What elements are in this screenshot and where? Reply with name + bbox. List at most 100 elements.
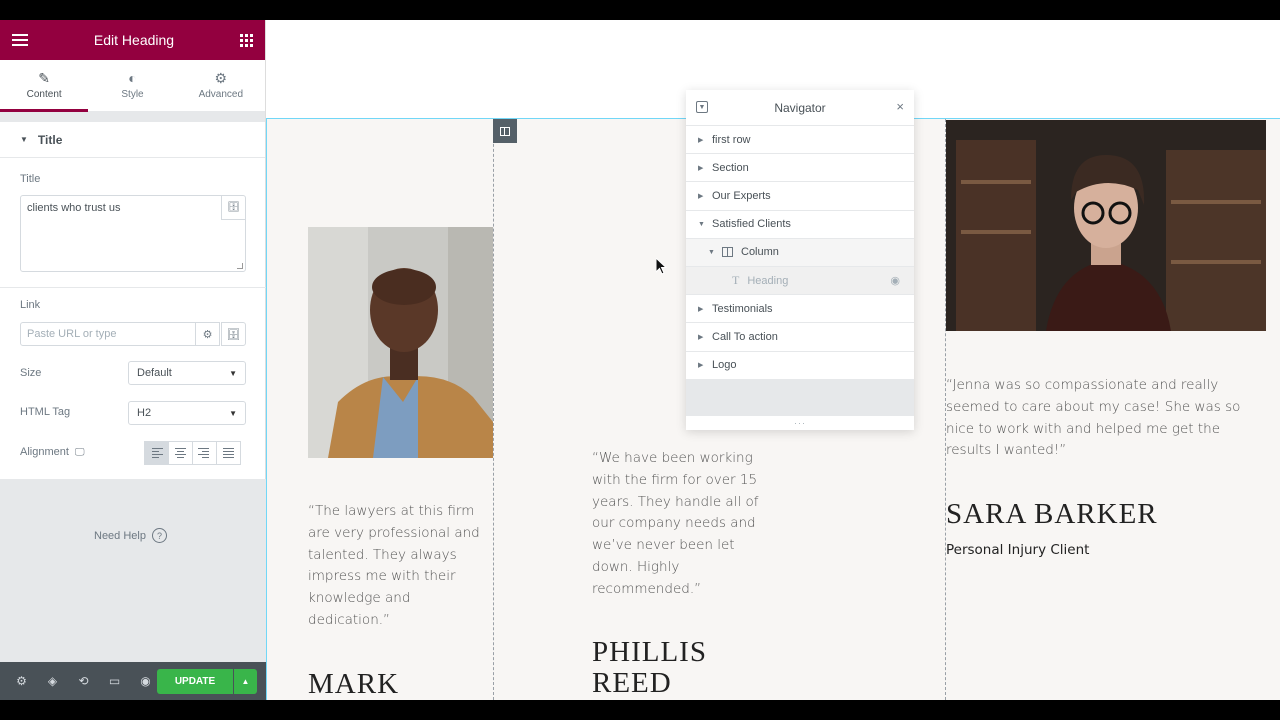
alignment-label: Alignment (20, 446, 69, 458)
caret-down-icon: ▼ (708, 248, 715, 256)
testimonial-name: MARK (308, 668, 400, 700)
navigator-item-label: Heading (747, 274, 789, 287)
navigator-item-label: Column (741, 246, 779, 259)
navigator-item-satisfied-clients[interactable]: ▼ Satisfied Clients (686, 211, 914, 239)
alignment-buttons (144, 441, 241, 465)
size-select[interactable]: Default ▼ (128, 361, 246, 385)
panel-header: Edit Heading (0, 20, 265, 60)
align-center-button[interactable] (168, 441, 193, 465)
column-divider (493, 119, 494, 700)
navigator-item-label: Section (712, 161, 749, 174)
gear-icon: ⚙ (214, 70, 228, 86)
size-value: Default (137, 367, 172, 379)
desktop-icon[interactable]: 🖵 (75, 447, 85, 458)
align-right-button[interactable] (192, 441, 217, 465)
dynamic-tags-icon[interactable]: 🗄 (221, 196, 245, 220)
link-input[interactable]: Paste URL or type (20, 322, 196, 346)
resize-handle-icon[interactable]: ··· (686, 416, 914, 430)
alignment-label-row: Alignment 🖵 (20, 446, 85, 458)
eye-icon[interactable]: ◉ (890, 274, 900, 287)
tab-label: Style (121, 89, 144, 100)
heading-t-icon: T (732, 273, 740, 288)
tab-advanced[interactable]: ⚙ Advanced (177, 60, 265, 111)
help-area: Need Help ? (0, 479, 266, 662)
history-icon[interactable]: ⟲ (68, 662, 99, 700)
tab-label: Advanced (198, 89, 244, 100)
link-field-label: Link (20, 299, 41, 311)
testimonial-quote: “The lawyers at this firm are very profe… (308, 503, 480, 628)
navigator-item-testimonials[interactable]: ▶ Testimonials (686, 295, 914, 324)
navigator-item-section[interactable]: ▶ Section (686, 154, 914, 183)
navigator-header[interactable]: ▼ Navigator × (686, 90, 914, 126)
navigator-item-our-experts[interactable]: ▶ Our Experts (686, 182, 914, 211)
section-title-toggle[interactable]: ▼ Title (0, 122, 265, 158)
navigator-item-label: Testimonials (712, 302, 773, 315)
panel-tabs: ✎ Content ◐ Style ⚙ Advanced (0, 60, 265, 112)
divider (0, 287, 266, 288)
collapse-all-icon[interactable]: ▼ (696, 101, 708, 113)
title-value: clients who trust us (27, 202, 121, 214)
navigator-layers-icon[interactable]: ◈ (37, 662, 68, 700)
align-justify-button[interactable] (216, 441, 241, 465)
panel-gap (0, 112, 265, 122)
caret-right-icon: ▶ (698, 192, 704, 200)
link-options-gear-icon[interactable]: ⚙ (195, 322, 220, 346)
column-handle-icon[interactable] (493, 119, 517, 143)
navigator-item-call-to-action[interactable]: ▶ Call To action (686, 323, 914, 352)
need-help-link[interactable]: Need Help ? (94, 528, 167, 543)
close-icon[interactable]: × (896, 99, 904, 114)
testimonial-quote: “We have been working with the firm for … (592, 450, 759, 597)
column-icon (722, 247, 733, 258)
testimonial-role: Personal Injury Client (946, 542, 1090, 558)
section-title: Title (37, 132, 63, 147)
testimonial-name-line2: REED (592, 667, 672, 699)
navigator-item-column[interactable]: ▼ Column (686, 238, 914, 267)
update-button[interactable]: UPDATE (157, 669, 233, 694)
caret-right-icon: ▶ (698, 333, 704, 341)
testimonial-quote: “Jenna was so compassionate and really s… (946, 377, 1241, 459)
title-field-label: Title (20, 173, 41, 185)
html-tag-value: H2 (137, 407, 152, 419)
navigator-panel[interactable]: ▼ Navigator × ▶ first row ▶ Section ▶ Ou… (686, 90, 914, 430)
caret-right-icon: ▶ (698, 136, 704, 144)
responsive-mode-icon[interactable]: ▭ (99, 662, 130, 700)
need-help-label: Need Help (94, 529, 146, 542)
caret-right-icon: ▶ (698, 164, 704, 172)
caret-right-icon: ▶ (698, 362, 704, 370)
half-circle-icon: ◐ (128, 70, 137, 86)
link-dynamic-icon[interactable]: 🗄 (221, 322, 246, 346)
panel-footer: ⚙ ◈ ⟲ ▭ ◉ UPDATE ▲ (0, 662, 266, 700)
align-left-button[interactable] (144, 441, 169, 465)
html-tag-label: HTML Tag (20, 406, 71, 418)
client-photo-sara (946, 120, 1266, 331)
menu-icon[interactable] (12, 34, 28, 46)
tab-content[interactable]: ✎ Content (0, 60, 89, 112)
panel-title: Edit Heading (93, 32, 175, 48)
testimonial-name-line1: PHILLIS (592, 636, 707, 668)
caret-down-icon: ▼ (20, 135, 28, 144)
navigator-item-logo[interactable]: ▶ Logo (686, 352, 914, 380)
title-textarea[interactable]: clients who trust us 🗄 (20, 195, 246, 272)
navigator-item-heading[interactable]: T Heading ◉ (686, 266, 914, 296)
resize-handle[interactable] (237, 263, 243, 269)
navigator-title: Navigator (774, 100, 826, 115)
pencil-icon: ✎ (38, 70, 51, 86)
client-photo-mark (308, 227, 493, 458)
navigator-item-label: Our Experts (712, 189, 771, 202)
save-options-caret-icon[interactable]: ▲ (234, 669, 257, 694)
editor-frame: Edit Heading ✎ Content ◐ Style ⚙ Advance… (0, 20, 1280, 700)
navigator-item-first-row[interactable]: ▶ first row (686, 126, 914, 155)
html-tag-select[interactable]: H2 ▼ (128, 401, 246, 425)
testimonial-name: SARA BARKER (946, 498, 1158, 530)
caret-down-icon: ▼ (698, 220, 705, 228)
navigator-empty-area (686, 380, 914, 416)
settings-gear-icon[interactable]: ⚙ (6, 662, 37, 700)
tab-label: Content (26, 89, 62, 100)
size-label: Size (20, 367, 42, 379)
navigator-item-label: Satisfied Clients (712, 218, 791, 231)
widgets-grid-icon[interactable] (239, 33, 253, 47)
tab-style[interactable]: ◐ Style (88, 60, 176, 111)
navigator-item-label: Call To action (712, 330, 778, 343)
dropdown-arrow-icon: ▼ (229, 368, 237, 378)
dropdown-arrow-icon: ▼ (229, 408, 237, 418)
